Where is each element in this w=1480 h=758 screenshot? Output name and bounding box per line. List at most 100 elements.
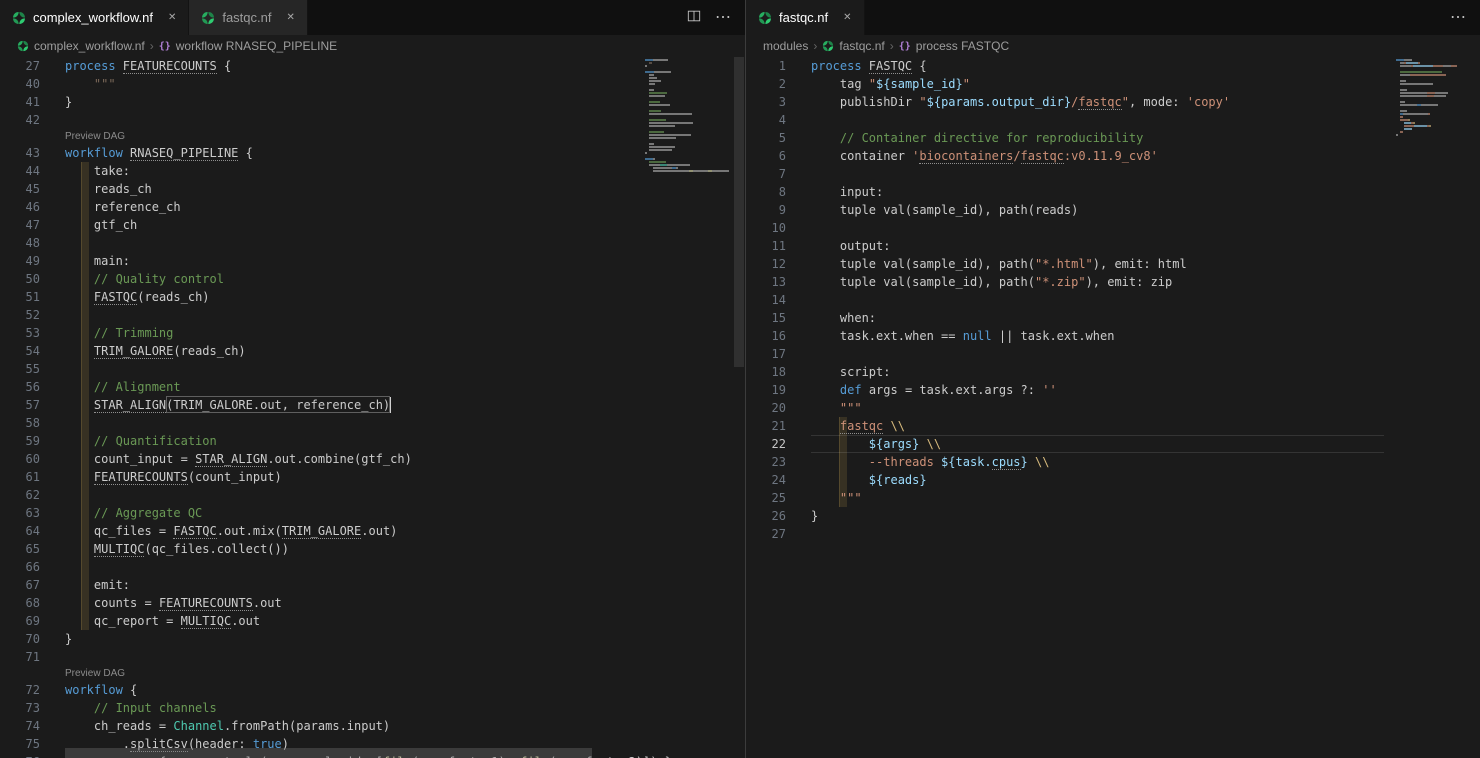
minimap[interactable] xyxy=(1396,59,1474,199)
more-actions-icon[interactable]: ⋯ xyxy=(715,10,731,26)
code-line[interactable]: 26} xyxy=(746,507,1384,525)
code-line[interactable]: 21 fastqc \\ xyxy=(746,417,1384,435)
line-number[interactable]: 6 xyxy=(746,147,790,165)
line-number[interactable]: 40 xyxy=(0,75,44,93)
line-number[interactable]: 56 xyxy=(0,378,44,396)
code-line[interactable]: 73 // Input channels xyxy=(0,699,643,717)
line-number[interactable]: 1 xyxy=(746,57,790,75)
tab-complex-workflow[interactable]: complex_workflow.nf ✕ xyxy=(0,0,189,35)
code-line[interactable]: 5 // Container directive for reproducibi… xyxy=(746,129,1384,147)
line-number[interactable]: 5 xyxy=(746,129,790,147)
line-number[interactable]: 72 xyxy=(0,681,44,699)
more-actions-icon[interactable]: ⋯ xyxy=(1450,10,1466,26)
breadcrumb-folder[interactable]: modules xyxy=(763,39,808,53)
code-line[interactable]: 72workflow { xyxy=(0,681,643,699)
code-line[interactable]: 12 tuple val(sample_id), path("*.html"),… xyxy=(746,255,1384,273)
line-number[interactable]: 22 xyxy=(746,435,790,453)
close-icon[interactable]: ✕ xyxy=(843,12,851,23)
line-number[interactable]: 14 xyxy=(746,291,790,309)
line-number[interactable]: 20 xyxy=(746,399,790,417)
code-line[interactable]: 48 xyxy=(0,234,643,252)
code-line[interactable]: 22 ${args} \\ xyxy=(746,435,1384,453)
line-number[interactable]: 43 xyxy=(0,144,44,162)
code-line[interactable]: 11 output: xyxy=(746,237,1384,255)
code-line[interactable]: 4 xyxy=(746,111,1384,129)
line-number[interactable]: 54 xyxy=(0,342,44,360)
code-line[interactable]: 23 --threads ${task.cpus} \\ xyxy=(746,453,1384,471)
line-number[interactable]: 55 xyxy=(0,360,44,378)
line-number[interactable]: 66 xyxy=(0,558,44,576)
code-line[interactable]: 47 gtf_ch xyxy=(0,216,643,234)
close-icon[interactable]: ✕ xyxy=(286,12,294,23)
breadcrumb-file[interactable]: fastqc.nf xyxy=(839,39,884,53)
code-line[interactable]: 19 def args = task.ext.args ?: '' xyxy=(746,381,1384,399)
line-number[interactable]: 18 xyxy=(746,363,790,381)
code-line[interactable]: 45 reads_ch xyxy=(0,180,643,198)
code-line[interactable]: 46 reference_ch xyxy=(0,198,643,216)
code-line[interactable]: 44 take: xyxy=(0,162,643,180)
line-number[interactable]: 57 xyxy=(0,396,44,414)
line-number[interactable]: 46 xyxy=(0,198,44,216)
code-line[interactable]: 54 TRIM_GALORE(reads_ch) xyxy=(0,342,643,360)
line-number[interactable]: 7 xyxy=(746,165,790,183)
code-line[interactable]: 53 // Trimming xyxy=(0,324,643,342)
line-number[interactable]: 23 xyxy=(746,453,790,471)
code-line[interactable]: 7 xyxy=(746,165,1384,183)
code-line[interactable]: 49 main: xyxy=(0,252,643,270)
line-number[interactable]: 26 xyxy=(746,507,790,525)
code-line[interactable]: 60 count_input = STAR_ALIGN.out.combine(… xyxy=(0,450,643,468)
line-number[interactable]: 8 xyxy=(746,183,790,201)
line-number[interactable]: 60 xyxy=(0,450,44,468)
code-line[interactable]: 74 ch_reads = Channel.fromPath(params.in… xyxy=(0,717,643,735)
code-line[interactable]: 27 xyxy=(746,525,1384,543)
code-line[interactable]: 69 qc_report = MULTIQC.out xyxy=(0,612,643,630)
code-line[interactable]: 42 xyxy=(0,111,643,129)
code-line[interactable]: 6 container 'biocontainers/fastqc:v0.11.… xyxy=(746,147,1384,165)
code-line[interactable]: 25 """ xyxy=(746,489,1384,507)
line-number[interactable]: 10 xyxy=(746,219,790,237)
line-number[interactable]: 73 xyxy=(0,699,44,717)
line-number[interactable]: 61 xyxy=(0,468,44,486)
codelens-link[interactable]: Preview DAG xyxy=(65,668,125,679)
code-line[interactable]: 1process FASTQC { xyxy=(746,57,1384,75)
code-line[interactable]: 18 script: xyxy=(746,363,1384,381)
line-number[interactable]: 69 xyxy=(0,612,44,630)
line-number[interactable]: 27 xyxy=(0,57,44,75)
code-line[interactable]: 16 task.ext.when == null || task.ext.whe… xyxy=(746,327,1384,345)
code-line[interactable]: 63 // Aggregate QC xyxy=(0,504,643,522)
line-number[interactable]: 15 xyxy=(746,309,790,327)
line-number[interactable]: 41 xyxy=(0,93,44,111)
code-line[interactable]: 70} xyxy=(0,630,643,648)
line-number[interactable]: 52 xyxy=(0,306,44,324)
code-line[interactable]: 2 tag "${sample_id}" xyxy=(746,75,1384,93)
line-number[interactable]: 24 xyxy=(746,471,790,489)
line-number[interactable]: 58 xyxy=(0,414,44,432)
code-line[interactable]: 24 ${reads} xyxy=(746,471,1384,489)
line-number[interactable]: 12 xyxy=(746,255,790,273)
code-line[interactable]: 55 xyxy=(0,360,643,378)
line-number[interactable]: 19 xyxy=(746,381,790,399)
code-line[interactable]: 56 // Alignment xyxy=(0,378,643,396)
code-line[interactable]: 57 STAR_ALIGN(TRIM_GALORE.out, reference… xyxy=(0,396,643,414)
code-line[interactable]: 61 FEATURECOUNTS(count_input) xyxy=(0,468,643,486)
line-number[interactable]: 71 xyxy=(0,648,44,666)
code-line[interactable]: 41} xyxy=(0,93,643,111)
line-number[interactable]: 50 xyxy=(0,270,44,288)
breadcrumb-symbol[interactable]: workflow RNASEQ_PIPELINE xyxy=(176,39,337,53)
tab-fastqc-right[interactable]: fastqc.nf ✕ xyxy=(746,0,865,35)
code-line[interactable]: 65 MULTIQC(qc_files.collect()) xyxy=(0,540,643,558)
code-line[interactable]: 67 emit: xyxy=(0,576,643,594)
line-number[interactable]: 44 xyxy=(0,162,44,180)
code-line[interactable]: 58 xyxy=(0,414,643,432)
line-number[interactable]: 17 xyxy=(746,345,790,363)
line-number[interactable]: 64 xyxy=(0,522,44,540)
line-number[interactable]: 45 xyxy=(0,180,44,198)
code-line[interactable]: 3 publishDir "${params.output_dir}/fastq… xyxy=(746,93,1384,111)
code-line[interactable]: 51 FASTQC(reads_ch) xyxy=(0,288,643,306)
code-line[interactable]: 62 xyxy=(0,486,643,504)
code-line[interactable]: 71 xyxy=(0,648,643,666)
code-line[interactable]: 64 qc_files = FASTQC.out.mix(TRIM_GALORE… xyxy=(0,522,643,540)
code-line[interactable]: 9 tuple val(sample_id), path(reads) xyxy=(746,201,1384,219)
code-line[interactable]: 20 """ xyxy=(746,399,1384,417)
horizontal-scrollbar[interactable] xyxy=(0,748,640,758)
